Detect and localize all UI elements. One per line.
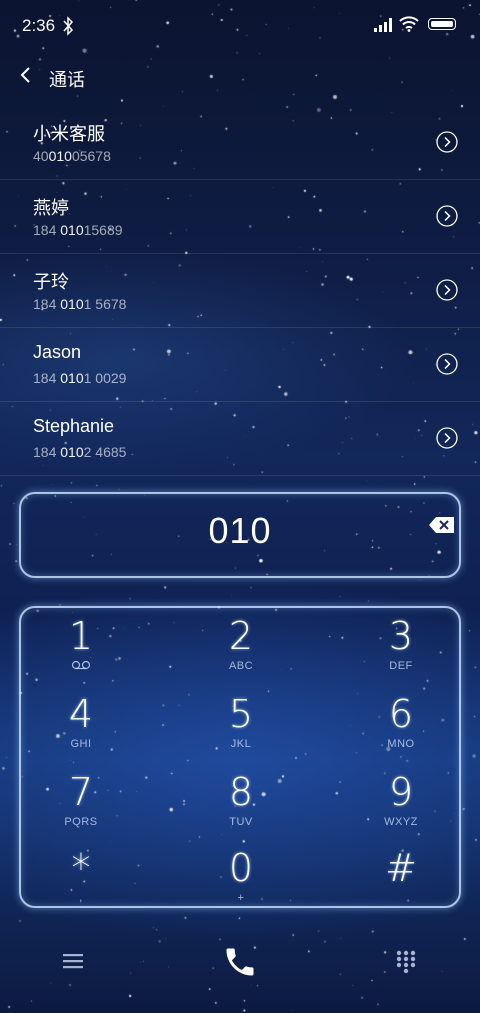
- key-digit: #: [385, 846, 417, 890]
- key-letters: JKL: [230, 738, 252, 750]
- contact-row[interactable]: 燕婷 184 01015689: [0, 180, 480, 254]
- contact-number: 184 01015689: [33, 222, 123, 238]
- key-digit: 3: [388, 614, 414, 658]
- contact-list: 小米客服 4001005678 燕婷 184 01015689 子玲 184 0…: [0, 106, 480, 476]
- voicemail-icon: [71, 660, 91, 670]
- menu-icon[interactable]: [63, 952, 83, 970]
- key-digit: 1: [68, 614, 94, 658]
- contact-number: 184 0101 5678: [33, 296, 127, 312]
- chevron-right-circle-icon[interactable]: [436, 427, 458, 449]
- key-letters: ,: [79, 892, 83, 904]
- key-7[interactable]: 7 PQRS: [26, 772, 136, 844]
- key-star[interactable]: * ,: [26, 848, 136, 920]
- chevron-right-circle-icon[interactable]: [436, 205, 458, 227]
- battery-icon: [428, 18, 456, 30]
- contact-row[interactable]: Jason 184 0101 0029: [0, 328, 480, 402]
- key-0[interactable]: 0 +: [186, 848, 296, 920]
- dialpad-icon[interactable]: [396, 950, 416, 974]
- number-match: 010: [48, 148, 72, 164]
- key-digit: 5: [228, 692, 254, 736]
- key-letters: ABC: [228, 660, 254, 672]
- header: 通话: [0, 56, 480, 100]
- key-digit: 7: [68, 770, 94, 814]
- contact-number: 184 0101 0029: [33, 370, 127, 386]
- key-letters: GHI: [70, 738, 92, 750]
- number-match: 010: [60, 296, 84, 312]
- chevron-right-circle-icon[interactable]: [436, 353, 458, 375]
- dial-input-field[interactable]: 010: [19, 492, 461, 578]
- key-digit: 9: [388, 770, 414, 814]
- contact-name: Jason: [33, 342, 82, 362]
- signal-icon: [374, 18, 392, 32]
- bluetooth-icon: [63, 16, 74, 36]
- wifi-icon: [399, 16, 419, 32]
- number-match: 010: [60, 222, 84, 238]
- key-2[interactable]: 2 ABC: [186, 616, 296, 688]
- bottom-bar: [0, 930, 480, 1000]
- chevron-left-icon[interactable]: [16, 64, 38, 86]
- page-title: 通话: [49, 70, 85, 90]
- dial-keypad: 1 2 ABC 3 DEF 4 GHI 5 JKL 6 MNO 7 PQRS 8…: [19, 606, 461, 908]
- key-letters: PQRS: [64, 816, 98, 828]
- number-match: 010: [60, 370, 84, 386]
- key-digit: 6: [388, 692, 414, 736]
- key-letters: +: [237, 892, 245, 904]
- key-letters: WXYZ: [384, 816, 418, 828]
- key-letters: MNO: [387, 738, 415, 750]
- key-digit: 4: [68, 692, 94, 736]
- chevron-right-circle-icon[interactable]: [436, 279, 458, 301]
- key-8[interactable]: 8 TUV: [186, 772, 296, 844]
- contact-number: 4001005678: [33, 148, 111, 164]
- key-digit: 8: [228, 770, 254, 814]
- contact-row[interactable]: Stephanie 184 0102 4685: [0, 402, 480, 476]
- phone-icon[interactable]: [222, 944, 258, 980]
- key-9[interactable]: 9 WXYZ: [346, 772, 456, 844]
- contact-row[interactable]: 小米客服 4001005678: [0, 106, 480, 180]
- number-match: 010: [60, 444, 84, 460]
- contact-row[interactable]: 子玲 184 0101 5678: [0, 254, 480, 328]
- chevron-right-circle-icon[interactable]: [436, 131, 458, 153]
- key-letters: TUV: [229, 816, 253, 828]
- contact-name: Stephanie: [33, 416, 115, 436]
- key-4[interactable]: 4 GHI: [26, 694, 136, 766]
- key-5[interactable]: 5 JKL: [186, 694, 296, 766]
- key-digit: 2: [228, 614, 254, 658]
- key-digit: *: [71, 846, 91, 890]
- key-digit: 0: [228, 846, 254, 890]
- key-6[interactable]: 6 MNO: [346, 694, 456, 766]
- backspace-icon[interactable]: [428, 515, 456, 535]
- key-letters: DEF: [389, 660, 413, 672]
- contact-name: 子玲: [33, 272, 69, 292]
- key-3[interactable]: 3 DEF: [346, 616, 456, 688]
- key-hash[interactable]: #: [346, 848, 456, 920]
- key-1[interactable]: 1: [26, 616, 136, 688]
- dial-input-value: 010: [208, 510, 272, 551]
- contact-name: 燕婷: [33, 198, 69, 218]
- status-time: 2:36: [22, 16, 56, 35]
- contact-number: 184 0102 4685: [33, 444, 127, 460]
- status-bar: 2:36: [0, 0, 480, 52]
- contact-name: 小米客服: [33, 124, 105, 144]
